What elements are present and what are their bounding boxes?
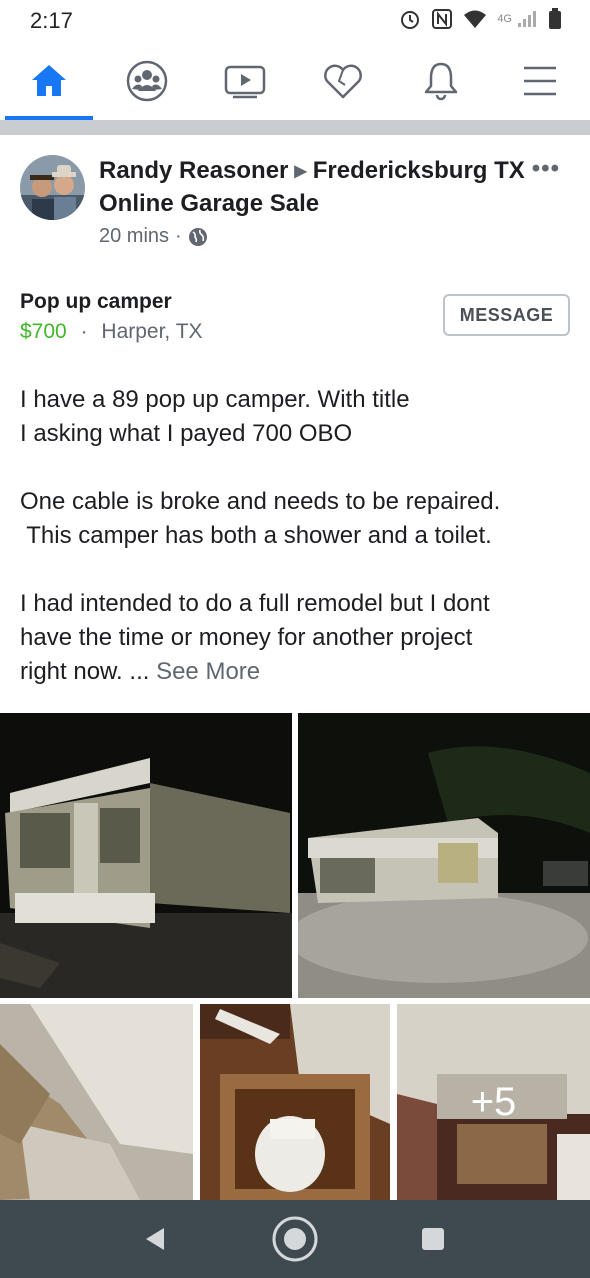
price-separator: · (80, 320, 88, 343)
status-time: 2:17 (30, 8, 73, 33)
see-more-link[interactable]: See More (156, 658, 260, 685)
more-photos-count: +5 (470, 1079, 517, 1124)
nav-dating[interactable] (294, 42, 392, 120)
home-icon (32, 65, 66, 96)
post-line-last: right now. ... See More (20, 655, 580, 689)
bell-icon (424, 62, 458, 101)
post-line: have the time or money for another proje… (20, 624, 473, 651)
listing-price: $700 (20, 320, 67, 343)
groups-icon (126, 60, 168, 102)
signal-icon (518, 11, 536, 27)
meta-separator: · (175, 225, 182, 247)
marketplace-listing: Pop up camper $700 · Harper, TX MESSAGE (0, 280, 590, 350)
more-options-icon[interactable]: ••• (532, 155, 560, 183)
system-nav-bar (0, 1200, 590, 1278)
post-author-line: Randy Reasoner ▶ Fredericksburg TX Online … (99, 155, 529, 220)
menu-icon (524, 66, 556, 96)
post-meta: 20 mins · (99, 225, 208, 248)
top-nav (0, 42, 590, 120)
home-circle-icon (272, 1216, 318, 1262)
nav-groups[interactable] (98, 42, 196, 120)
photo-3[interactable] (0, 1004, 193, 1200)
photo-4[interactable] (200, 1004, 390, 1200)
back-icon (146, 1228, 164, 1250)
nav-menu[interactable] (490, 42, 590, 120)
video-icon (224, 65, 266, 99)
post-header: Randy Reasoner ▶ Fredericksburg TX Online … (0, 135, 590, 260)
caret-right-icon: ▶ (294, 162, 307, 180)
back-button[interactable] (120, 1200, 190, 1278)
nfc-icon (432, 9, 453, 29)
post-line: I had intended to do a full remodel but … (20, 590, 490, 617)
feed-divider (0, 120, 590, 135)
nav-watch[interactable] (196, 42, 294, 120)
post-line: I have a 89 pop up camper. With title (20, 386, 410, 413)
nav-home[interactable] (0, 42, 98, 120)
recents-button[interactable] (398, 1200, 468, 1278)
heart-icon (324, 64, 362, 99)
status-icons: 4G (399, 8, 562, 30)
wifi-icon (464, 10, 487, 28)
listing-price-row: $700 · Harper, TX (20, 320, 203, 344)
post-time[interactable]: 20 mins (99, 225, 169, 248)
post-line-text: right now. ... (20, 658, 150, 685)
alarm-icon (401, 11, 420, 29)
home-button[interactable] (260, 1200, 330, 1278)
message-button[interactable]: MESSAGE (443, 294, 570, 336)
post-line: I asking what I payed 700 OBO (20, 420, 353, 447)
recents-icon (422, 1228, 444, 1250)
photo-2[interactable] (298, 713, 590, 998)
photo-1[interactable] (0, 713, 292, 998)
listing-title: Pop up camper (20, 290, 172, 313)
network-type: 4G (497, 13, 512, 25)
post-body: I have a 89 pop up camper. With title I … (20, 383, 580, 689)
photo-5[interactable]: +5 (397, 1004, 590, 1200)
globe-icon (188, 227, 207, 246)
post-line: This camper has both a shower and a toil… (20, 522, 492, 549)
status-bar: 2:17 4G (0, 0, 590, 42)
post-line: One cable is broke and needs to be repai… (20, 488, 501, 515)
listing-location: Harper, TX (101, 320, 203, 343)
battery-icon (549, 8, 561, 29)
author-name[interactable]: Randy Reasoner (99, 157, 288, 184)
avatar[interactable] (20, 155, 85, 220)
nav-notifications[interactable] (392, 42, 490, 120)
